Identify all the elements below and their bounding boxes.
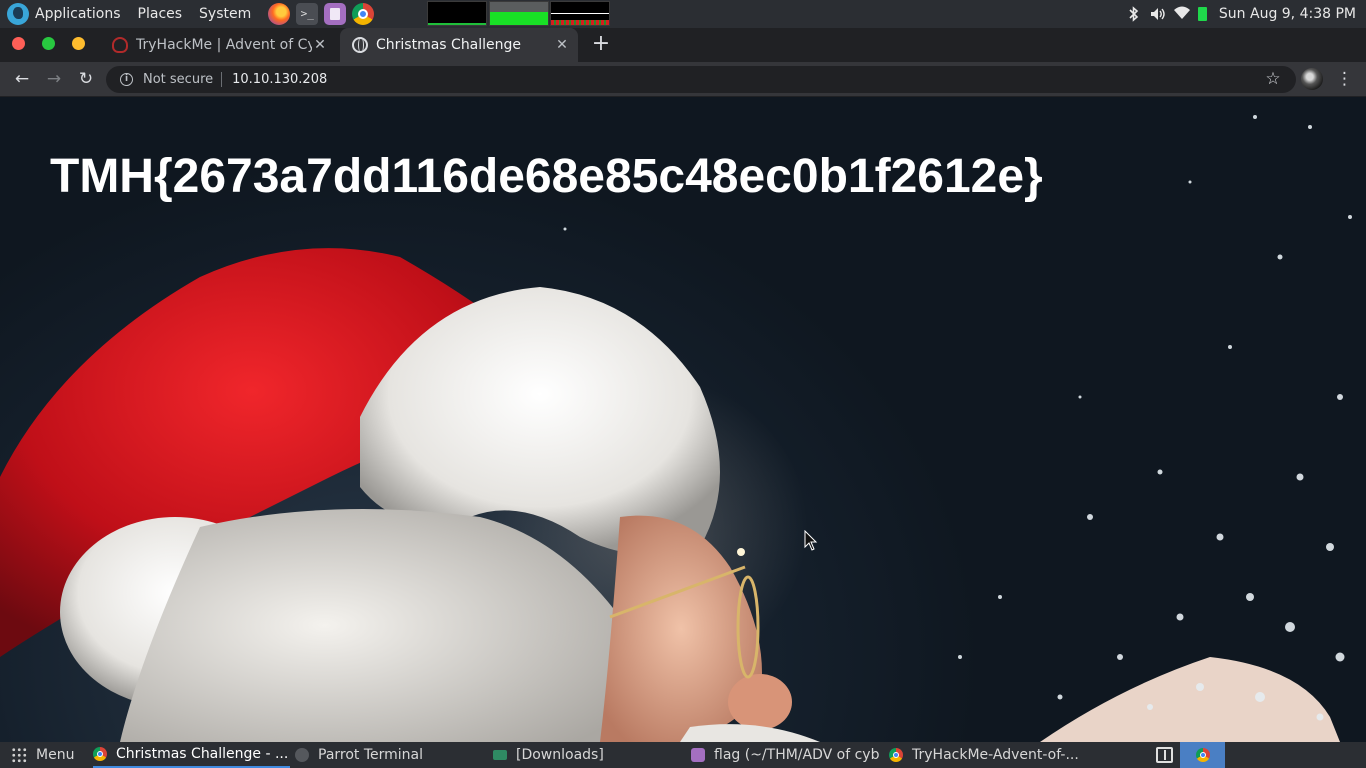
taskbar-item-label: [Downloads]: [516, 747, 604, 763]
firefox-icon[interactable]: [268, 3, 291, 25]
system-menu[interactable]: System: [199, 6, 251, 22]
bookmark-star-icon[interactable]: ☆: [1263, 66, 1283, 93]
volume-icon[interactable]: [1150, 6, 1166, 22]
reload-button[interactable]: ↻: [72, 62, 100, 97]
chrome-icon: [1195, 748, 1210, 762]
system-tray: Sun Aug 9, 4:38 PM: [1126, 0, 1366, 28]
desktop: Applications Places System >_ Sun Aug 9,…: [0, 0, 1366, 768]
address-bar[interactable]: i Not secure 10.10.130.208: [106, 66, 1296, 93]
start-menu-button[interactable]: Menu: [0, 742, 74, 768]
taskbar-item-label: Christmas Challenge - ...: [116, 746, 289, 762]
tryhackme-favicon-icon: [112, 37, 128, 53]
web-page: TMH{2673a7dd116de68e85c48ec0b1f2612e}: [0, 97, 1366, 742]
tab-title: TryHackMe | Advent of Cyber: [136, 37, 312, 53]
terminal-icon[interactable]: >_: [296, 3, 319, 25]
chrome-icon: [93, 747, 107, 761]
tab-tryhackme[interactable]: TryHackMe | Advent of Cyber ✕: [100, 28, 336, 62]
mouse-cursor-icon: [804, 530, 818, 551]
menu-label: Menu: [36, 747, 75, 763]
browser-menu-button[interactable]: ⋮: [1336, 62, 1353, 97]
url-text[interactable]: 10.10.130.208: [232, 72, 327, 87]
parrot-logo-icon[interactable]: [7, 3, 29, 25]
text-editor-icon[interactable]: [324, 3, 347, 25]
grid-menu-icon: [11, 747, 27, 763]
divider: [221, 72, 223, 87]
terminal-icon: [295, 748, 309, 762]
folder-icon: [493, 750, 507, 760]
cpu-monitor: [427, 1, 487, 26]
window-maximize-button[interactable]: [42, 37, 55, 50]
text-editor-icon: [691, 748, 705, 762]
taskbar-item-christmas-challenge[interactable]: Christmas Challenge - ...: [93, 742, 290, 768]
taskbar-item-parrot-terminal[interactable]: Parrot Terminal: [295, 742, 485, 768]
taskbar-item-downloads[interactable]: [Downloads]: [493, 742, 683, 768]
profile-avatar[interactable]: [1301, 68, 1323, 90]
security-label[interactable]: Not secure: [143, 72, 213, 87]
chrome-icon: [889, 748, 903, 762]
network-monitor: [550, 1, 610, 26]
tab-title: Christmas Challenge: [376, 37, 522, 53]
taskbar-item-label: flag (~/THM/ADV of cyb...: [714, 747, 881, 763]
window-minimize-button[interactable]: [72, 37, 85, 50]
battery-icon[interactable]: [1197, 7, 1207, 21]
applications-menu[interactable]: Applications: [35, 6, 121, 22]
flag-heading[interactable]: TMH{2673a7dd116de68e85c48ec0b1f2612e}: [50, 149, 1043, 204]
globe-icon: [352, 37, 368, 53]
new-tab-button[interactable]: +: [589, 28, 613, 62]
taskbar-item-label: Parrot Terminal: [318, 747, 424, 763]
forward-button[interactable]: →: [40, 62, 68, 97]
tab-christmas-challenge[interactable]: Christmas Challenge ✕: [340, 28, 578, 62]
clock[interactable]: Sun Aug 9, 4:38 PM: [1219, 6, 1356, 22]
back-button[interactable]: ←: [8, 62, 36, 97]
bluetooth-icon[interactable]: [1126, 6, 1142, 22]
places-menu[interactable]: Places: [138, 6, 183, 22]
window-close-button[interactable]: [12, 37, 25, 50]
taskbar-item-flag-editor[interactable]: flag (~/THM/ADV of cyb...: [691, 742, 881, 768]
memory-monitor: [489, 1, 549, 26]
wifi-icon[interactable]: [1173, 6, 1190, 22]
taskbar-item-label: TryHackMe-Advent-of-...: [912, 747, 1079, 763]
workspace-book-icon[interactable]: [1156, 747, 1173, 763]
taskbar-chrome-launcher[interactable]: [1180, 742, 1225, 768]
close-icon[interactable]: ✕: [312, 37, 328, 53]
info-icon[interactable]: i: [120, 73, 133, 86]
taskbar-item-tryhackme[interactable]: TryHackMe-Advent-of-...: [889, 742, 1079, 768]
bottom-taskbar: Menu Christmas Challenge - ... Parrot Te…: [0, 742, 1366, 768]
close-icon[interactable]: ✕: [554, 37, 570, 53]
chrome-icon[interactable]: [352, 3, 375, 25]
